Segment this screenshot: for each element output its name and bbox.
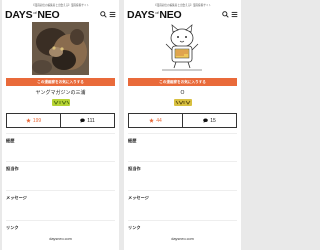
manga-title-logo [173, 98, 193, 107]
site-header: DAYSofNEO [126, 9, 239, 21]
left-profile-page: 【漫画初出の編集者と出会える】漫画投稿サイト DAYSofNEO この漫画家をお… [2, 0, 119, 250]
site-logo[interactable]: DAYSofNEO [5, 9, 60, 23]
section-works: 担当作 [128, 161, 237, 171]
footer-url[interactable]: daysneo.com [124, 237, 241, 242]
comment-stat[interactable]: 15 [183, 114, 236, 127]
like-count: 199 [32, 117, 42, 124]
section-career: 経歴 [128, 133, 237, 143]
star-icon [26, 118, 31, 123]
like-count: 44 [156, 117, 162, 124]
site-header: DAYSofNEO [4, 9, 117, 21]
logo-of: of [33, 10, 37, 15]
manga-title-logo [51, 98, 71, 107]
comment-icon [80, 118, 85, 123]
favorite-button[interactable]: この漫画家をお気に入りする [128, 78, 237, 86]
section-links: リンク [6, 220, 115, 230]
comment-count: 15 [210, 117, 216, 124]
like-stat[interactable]: 199 [7, 114, 61, 127]
section-links: リンク [128, 220, 237, 230]
section-career: 経歴 [6, 133, 115, 143]
profile-image-cat [32, 22, 89, 75]
stats-bar: 199 111 [6, 113, 115, 128]
logo-days: DAYS [5, 9, 33, 21]
site-logo[interactable]: DAYSofNEO [127, 9, 182, 23]
search-icon[interactable] [100, 11, 107, 18]
star-icon [149, 118, 155, 123]
logo-neo: NEO [159, 9, 182, 21]
comment-count: 111 [87, 117, 95, 124]
site-tagline: 【漫画初出の編集者と出会える】漫画投稿サイト [154, 4, 211, 7]
logo-days: DAYS [127, 9, 155, 21]
section-message: メッセージ [128, 190, 237, 200]
section-message: メッセージ [6, 190, 115, 200]
author-name: O [180, 90, 185, 96]
like-stat[interactable]: 44 [129, 114, 183, 127]
author-name: ヤングマガジンの三浦 [35, 90, 86, 96]
stats-bar: 44 15 [128, 113, 237, 128]
menu-icon[interactable] [231, 11, 238, 18]
screenshot-root: 【漫画初出の編集者と出会える】漫画投稿サイト DAYSofNEO この漫画家をお… [0, 0, 243, 250]
footer-url[interactable]: daysneo.com [2, 237, 119, 242]
search-icon[interactable] [222, 11, 229, 18]
comment-stat[interactable]: 111 [61, 114, 114, 127]
logo-neo: NEO [37, 9, 60, 21]
site-tagline: 【漫画初出の編集者と出会える】漫画投稿サイト [32, 4, 89, 7]
comment-icon [203, 118, 208, 123]
favorite-button[interactable]: この漫画家をお気に入りする [6, 78, 115, 86]
profile-image-cat-illustration [154, 22, 211, 75]
logo-of: of [155, 10, 159, 15]
menu-icon[interactable] [109, 11, 116, 18]
section-works: 担当作 [6, 161, 115, 171]
right-profile-page: 【漫画初出の編集者と出会える】漫画投稿サイト DAYSofNEO この漫画家をお… [124, 0, 241, 250]
